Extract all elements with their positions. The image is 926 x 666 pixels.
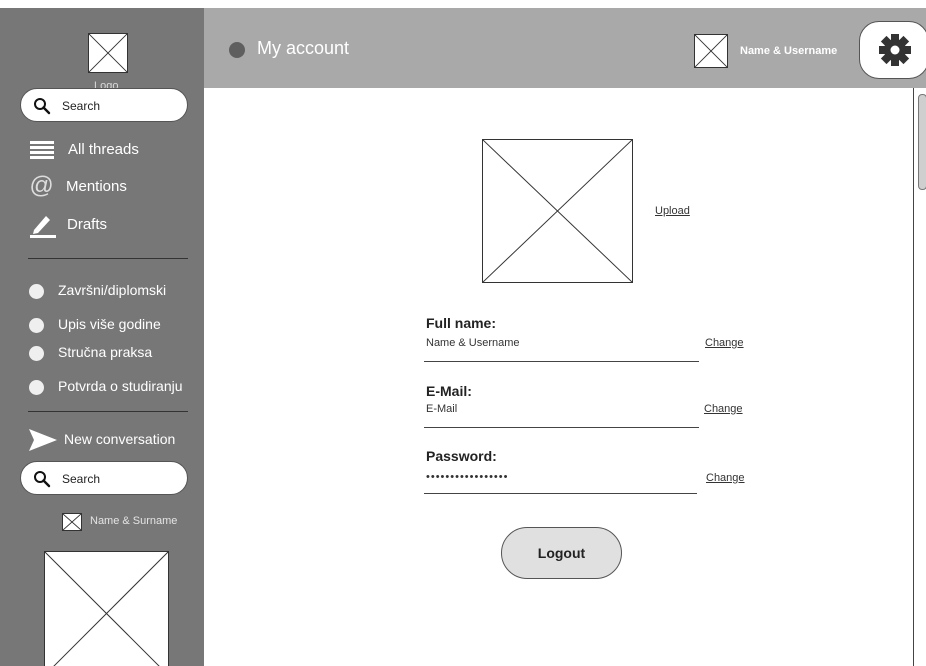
logout-button[interactable]: Logout bbox=[501, 527, 622, 579]
channel-item[interactable]: Upis više godine bbox=[0, 315, 204, 339]
password-label: Password: bbox=[426, 448, 497, 464]
channel-item[interactable]: Stručna praksa bbox=[0, 343, 204, 367]
channel-label: Potvrda o studiranju bbox=[58, 378, 183, 394]
list-icon bbox=[30, 141, 54, 159]
channel-dot-icon bbox=[29, 284, 44, 299]
contact-avatar bbox=[62, 513, 82, 531]
nav-drafts[interactable]: Drafts bbox=[0, 210, 204, 240]
change-email-link[interactable]: Change bbox=[704, 403, 743, 415]
change-full-name-link[interactable]: Change bbox=[705, 337, 744, 349]
upload-link[interactable]: Upload bbox=[655, 205, 690, 217]
settings-button[interactable] bbox=[859, 21, 926, 79]
search-bar-bottom[interactable]: Search bbox=[20, 461, 188, 495]
top-bar: My account Name & Username bbox=[204, 8, 926, 88]
pencil-icon bbox=[30, 216, 56, 238]
channel-label: Upis više godine bbox=[58, 316, 161, 332]
channel-dot-icon bbox=[29, 318, 44, 333]
nav-all-threads-label: All threads bbox=[68, 141, 139, 158]
nav-mentions-label: Mentions bbox=[66, 178, 127, 195]
main-panel-border bbox=[913, 88, 914, 666]
search-icon bbox=[34, 471, 51, 488]
status-dot-icon bbox=[229, 42, 245, 58]
sidebar-divider bbox=[28, 258, 188, 259]
nav-drafts-label: Drafts bbox=[67, 216, 108, 233]
search-bar-top[interactable]: Search bbox=[20, 88, 188, 122]
new-conversation-label: New conversation bbox=[64, 431, 176, 447]
sidebar: Logo Search All threads @ Mentions Draft… bbox=[0, 8, 204, 666]
full-name-label: Full name: bbox=[426, 315, 497, 331]
page-title: My account bbox=[257, 38, 350, 58]
password-value: ••••••••••••••••• bbox=[426, 471, 509, 483]
field-underline bbox=[424, 493, 697, 494]
email-label: E-Mail: bbox=[426, 383, 472, 399]
channel-dot-icon bbox=[29, 380, 44, 395]
change-password-link[interactable]: Change bbox=[706, 472, 745, 484]
new-conversation-button[interactable]: New conversation bbox=[0, 426, 204, 456]
search-input-top[interactable]: Search bbox=[62, 99, 100, 113]
image-placeholder bbox=[44, 551, 169, 666]
channel-dot-icon bbox=[29, 346, 44, 361]
gear-icon bbox=[879, 34, 911, 66]
search-input-bottom[interactable]: Search bbox=[62, 472, 100, 486]
contact-name: Name & Surname bbox=[90, 515, 178, 527]
nav-all-threads[interactable]: All threads bbox=[0, 136, 204, 166]
channel-label: Završni/diplomski bbox=[58, 282, 167, 298]
scrollbar-thumb[interactable] bbox=[918, 94, 926, 190]
send-icon bbox=[29, 429, 57, 451]
field-underline bbox=[424, 361, 699, 362]
full-name-value: Name & Username bbox=[426, 337, 520, 349]
sidebar-divider bbox=[28, 411, 188, 412]
avatar[interactable] bbox=[694, 34, 728, 68]
nav-mentions[interactable]: @ Mentions bbox=[0, 172, 204, 202]
channel-label: Stručna praksa bbox=[58, 344, 153, 360]
search-icon bbox=[34, 98, 51, 115]
logo-image bbox=[88, 33, 128, 73]
profile-picture bbox=[482, 139, 633, 283]
header-user-name[interactable]: Name & Username bbox=[740, 45, 837, 57]
at-icon: @ bbox=[29, 172, 54, 199]
channel-item[interactable]: Završni/diplomski bbox=[0, 281, 204, 305]
email-value: E-Mail bbox=[426, 403, 458, 415]
channel-item[interactable]: Potvrda o studiranju bbox=[0, 377, 204, 401]
field-underline bbox=[424, 427, 699, 428]
